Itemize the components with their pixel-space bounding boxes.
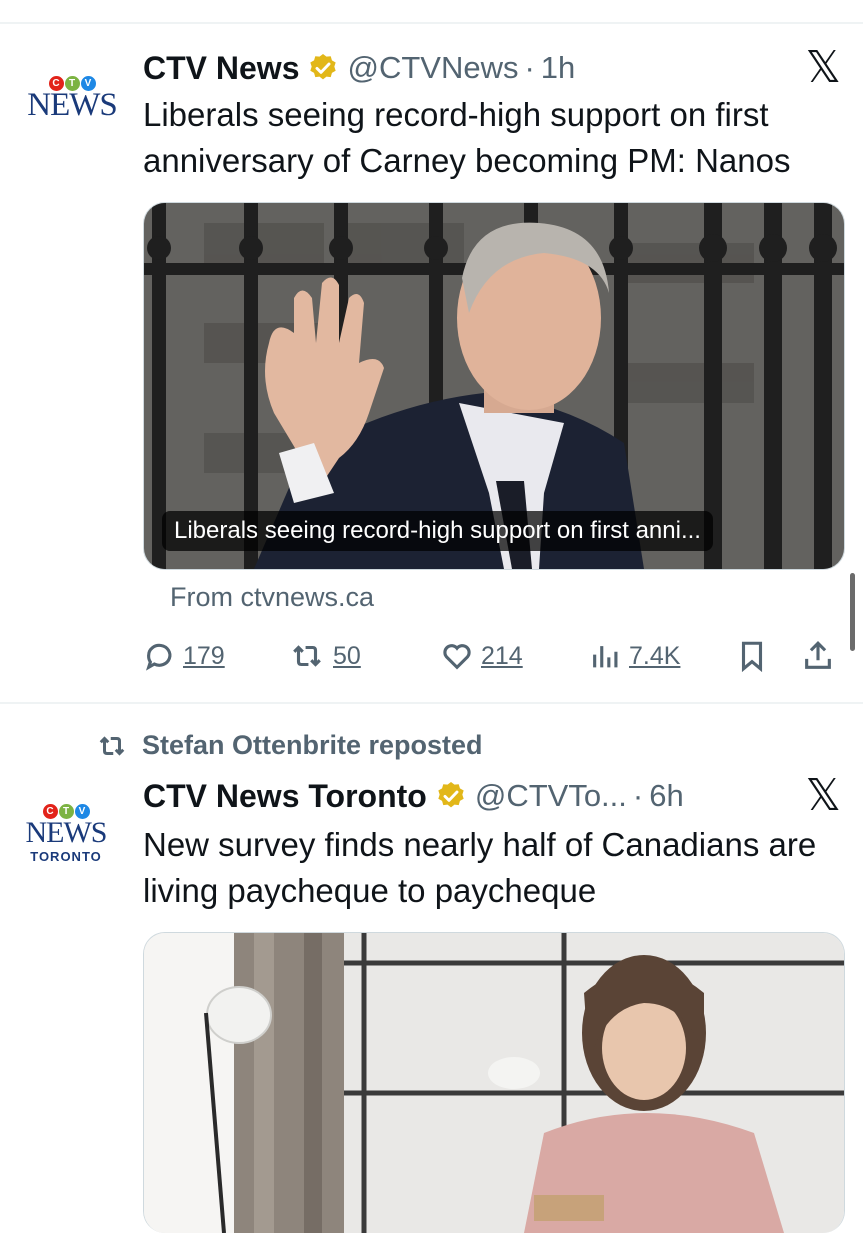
timestamp[interactable]: 6h: [649, 778, 683, 814]
tweet-text: New survey finds nearly half of Canadian…: [143, 826, 817, 909]
repost-context[interactable]: Stefan Ottenbrite reposted: [92, 730, 483, 761]
avatar-news-word: NEWS: [27, 87, 118, 123]
avatar-ctv-news[interactable]: C T V NEWS: [22, 76, 122, 123]
card-source[interactable]: From ctvnews.ca: [170, 582, 374, 613]
repost-count: 50: [333, 641, 361, 670]
author-name[interactable]: CTV News: [143, 50, 299, 87]
tweet-ctv-news-toronto[interactable]: Stefan Ottenbrite reposted C T V NEWS TO…: [0, 704, 863, 1233]
like-button[interactable]: 214: [439, 639, 523, 673]
tweet-ctv-news[interactable]: C T V NEWS CTV News @CTVNews · 1h 𝕏 Libe…: [0, 0, 863, 700]
dot-separator: ·: [524, 50, 535, 85]
reply-icon: [145, 643, 172, 671]
verified-badge-icon: [310, 54, 337, 80]
tweet-header: CTV News @CTVNews · 1h: [143, 46, 575, 90]
views-button[interactable]: 7.4K: [589, 639, 680, 673]
reply-count: 179: [183, 641, 225, 670]
views-count: 7.4K: [629, 641, 681, 670]
share-icon: [805, 641, 831, 669]
share-button[interactable]: [801, 639, 835, 673]
tweet-header: CTV News Toronto @CTVTo... · 6h: [143, 774, 684, 818]
repost-icon: [293, 645, 321, 667]
scrollbar[interactable]: [850, 573, 855, 651]
card-caption: Liberals seeing record-high support on f…: [162, 511, 713, 551]
timestamp[interactable]: 1h: [541, 50, 575, 86]
bookmark-button[interactable]: [735, 639, 769, 673]
action-bar: 179 50 214 7.4K: [143, 636, 843, 676]
card-image: [144, 933, 844, 1233]
author-handle[interactable]: @CTVTo...: [475, 778, 627, 814]
author-name[interactable]: CTV News Toronto: [143, 778, 427, 815]
bookmark-icon: [741, 641, 763, 673]
x-logo-icon[interactable]: 𝕏: [806, 774, 841, 818]
tweet-text: Liberals seeing record-high support on f…: [143, 96, 791, 179]
avatar-ctv-news-toronto[interactable]: C T V NEWS TORONTO: [16, 804, 116, 864]
media-card[interactable]: [143, 932, 845, 1233]
avatar-news-word: NEWS: [25, 816, 108, 849]
avatar-news-sub: TORONTO: [30, 849, 102, 864]
dot-separator: ·: [632, 778, 644, 813]
reposted-by-label: Stefan Ottenbrite reposted: [142, 730, 483, 760]
x-logo-icon[interactable]: 𝕏: [806, 46, 841, 90]
verified-badge-icon: [438, 782, 464, 808]
reply-button[interactable]: 179: [143, 639, 225, 673]
like-count: 214: [481, 641, 523, 670]
like-icon: [443, 644, 471, 670]
author-handle[interactable]: @CTVNews: [347, 50, 518, 86]
link-card[interactable]: Liberals seeing record-high support on f…: [143, 202, 845, 570]
repost-small-icon: [99, 735, 125, 756]
repost-button[interactable]: 50: [287, 639, 361, 673]
views-icon: [593, 646, 618, 668]
